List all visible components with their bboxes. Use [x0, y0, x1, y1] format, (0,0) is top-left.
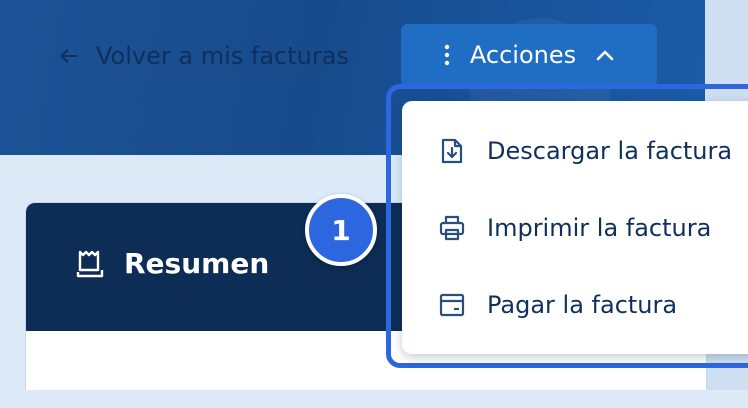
step-badge-number: 1 — [331, 213, 351, 247]
actions-dropdown-menu: Descargar la factura Imprimir la factura… — [402, 101, 748, 354]
page-bottom-strip — [0, 390, 748, 408]
vertical-dots-icon — [444, 44, 450, 66]
receipt-icon — [76, 250, 104, 277]
arrow-left-icon — [60, 49, 78, 63]
summary-title-text: Resumen — [124, 247, 270, 280]
file-download-icon — [441, 138, 463, 164]
menu-item-print-label: Imprimir la factura — [487, 214, 712, 242]
actions-button-label: Acciones — [469, 41, 577, 69]
summary-card-title: Resumen — [74, 247, 269, 280]
chevron-up-icon — [596, 50, 614, 61]
back-to-invoices-link[interactable]: Volver a mis facturas — [58, 40, 349, 72]
menu-item-download-invoice[interactable]: Descargar la factura — [402, 121, 748, 181]
step-badge: 1 — [305, 194, 377, 266]
menu-item-pay-invoice[interactable]: Pagar la factura — [402, 275, 748, 335]
back-link-label: Volver a mis facturas — [96, 42, 349, 70]
credit-card-icon — [439, 293, 465, 317]
menu-item-pay-label: Pagar la factura — [487, 291, 678, 319]
actions-button[interactable]: Acciones — [401, 24, 657, 86]
menu-item-download-label: Descargar la factura — [487, 137, 733, 165]
menu-item-print-invoice[interactable]: Imprimir la factura — [402, 198, 748, 258]
printer-icon — [439, 215, 465, 241]
